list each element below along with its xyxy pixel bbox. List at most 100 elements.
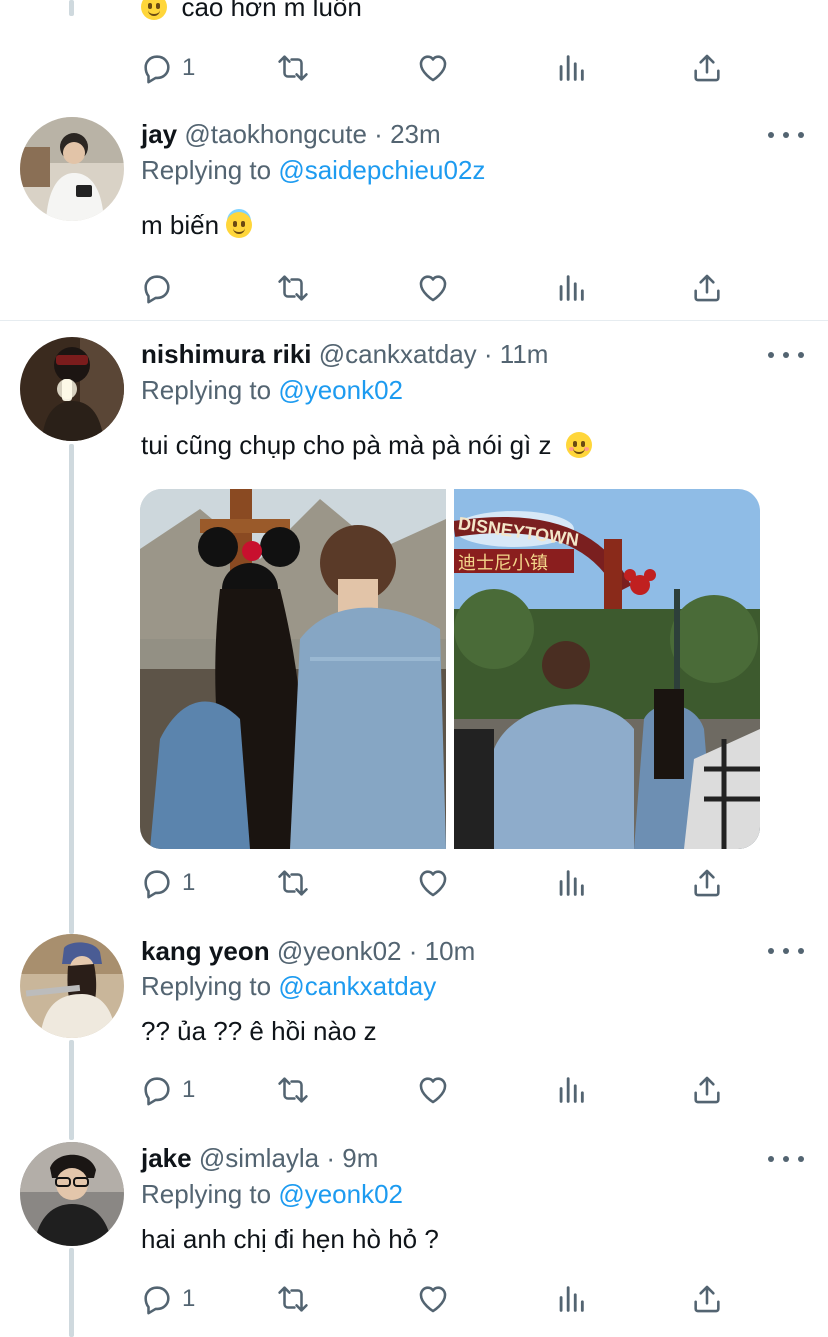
views-button[interactable]	[554, 268, 588, 308]
reply-count: 1	[182, 1076, 196, 1103]
user-handle[interactable]: @yeonk02	[277, 936, 402, 966]
retweet-button[interactable]	[276, 863, 310, 903]
thread-line	[69, 0, 74, 16]
tweet-actions: 1	[138, 863, 738, 903]
timestamp[interactable]: 11m	[500, 339, 549, 369]
thread-line	[69, 1040, 74, 1140]
display-name[interactable]: jay	[141, 119, 177, 149]
display-name[interactable]: kang yeon	[141, 936, 270, 966]
thread-line	[69, 444, 74, 934]
views-icon	[559, 55, 584, 81]
display-name[interactable]: jake	[141, 1143, 192, 1173]
share-icon	[694, 1285, 720, 1313]
more-icon[interactable]	[768, 941, 804, 961]
tweet-photo[interactable]: DISNEYTOWN 迪士尼小镇	[454, 489, 760, 849]
share-button[interactable]	[690, 268, 724, 308]
dot-separator: ·	[408, 936, 418, 966]
retweet-icon	[278, 275, 308, 301]
smiling-halo-emoji-icon	[226, 212, 253, 238]
disneytown-photo: DISNEYTOWN 迪士尼小镇	[454, 489, 760, 849]
dot-separator: ·	[483, 339, 493, 369]
replying-to-handle[interactable]: @saidepchieu02z	[278, 155, 485, 185]
more-icon[interactable]	[768, 1149, 804, 1169]
sign-chinese-text: 迪士尼小镇	[458, 553, 548, 574]
like-button[interactable]	[416, 268, 450, 308]
tweet-header: jake @simlayla · 9m	[141, 1142, 378, 1174]
avatar[interactable]	[20, 337, 124, 441]
user-handle[interactable]: @taokhongcute	[184, 119, 367, 149]
share-button[interactable]	[690, 1070, 724, 1110]
tweet-photo[interactable]	[140, 489, 446, 849]
like-button[interactable]	[416, 863, 450, 903]
like-button[interactable]	[416, 48, 450, 88]
couple-photo	[140, 489, 446, 849]
reply-button[interactable]: 1	[140, 1279, 195, 1319]
replying-to-handle[interactable]: @yeonk02	[278, 1179, 403, 1209]
like-icon	[419, 1286, 447, 1313]
share-button[interactable]	[690, 1279, 724, 1319]
divider	[0, 320, 828, 321]
timestamp[interactable]: 23m	[390, 119, 441, 149]
retweet-button[interactable]	[276, 48, 310, 88]
reply-count: 1	[182, 869, 196, 896]
avatar[interactable]	[20, 117, 124, 221]
user-handle[interactable]: @simlayla	[199, 1143, 319, 1173]
tweet-actions: 1	[138, 48, 738, 88]
tweet-header: kang yeon @yeonk02 · 10m	[141, 935, 475, 967]
reply-button[interactable]	[140, 268, 182, 308]
dot-separator: ·	[374, 119, 383, 149]
views-button[interactable]	[554, 1279, 588, 1319]
retweet-button[interactable]	[276, 1070, 310, 1110]
retweet-icon	[278, 55, 308, 81]
retweet-icon	[278, 870, 308, 896]
tweet-text: m biến	[141, 208, 253, 242]
replying-to-label: Replying to	[141, 375, 272, 405]
views-icon	[559, 275, 584, 301]
tweet-actions: 1	[138, 1279, 738, 1319]
reply-button[interactable]: 1	[140, 863, 195, 903]
retweet-button[interactable]	[276, 1279, 310, 1319]
tweet-text: tui cũng chụp cho pà mà pà nói gì z	[141, 428, 592, 462]
tweet-actions: 1	[138, 1070, 738, 1110]
replying-to-label: Replying to	[141, 155, 272, 185]
tweet-header: nishimura riki @cankxatday · 11m	[141, 338, 548, 370]
timestamp[interactable]: 9m	[342, 1143, 378, 1173]
avatar[interactable]	[20, 934, 124, 1038]
views-button[interactable]	[554, 863, 588, 903]
tweet-text: hai anh chị đi hẹn hò hỏ ?	[141, 1224, 439, 1254]
share-button[interactable]	[690, 863, 724, 903]
reply-count: 1	[182, 54, 196, 81]
reply-button[interactable]: 1	[140, 48, 195, 88]
views-icon	[559, 1077, 584, 1103]
timestamp[interactable]: 10m	[425, 936, 476, 966]
share-button[interactable]	[690, 48, 724, 88]
reply-button[interactable]: 1	[140, 1070, 195, 1110]
avatar-photo	[20, 1142, 124, 1246]
tweet-actions	[138, 268, 738, 308]
dot-separator: ·	[326, 1143, 336, 1173]
retweet-button[interactable]	[276, 268, 310, 308]
views-icon	[559, 1286, 584, 1312]
tweet-text: ?? ủa ?? ê hồi nào z	[141, 1016, 377, 1046]
views-button[interactable]	[554, 48, 588, 88]
avatar-photo	[20, 934, 124, 1038]
views-button[interactable]	[554, 1070, 588, 1110]
avatar-photo	[20, 117, 124, 221]
display-name[interactable]: nishimura riki	[141, 339, 312, 369]
thread-line	[69, 1248, 74, 1337]
avatar[interactable]	[20, 1142, 124, 1246]
tweet-text: cao hơn m luôn	[141, 0, 362, 24]
replying-to: Replying to @saidepchieu02z	[141, 154, 485, 186]
more-icon[interactable]	[768, 345, 804, 365]
retweet-icon	[278, 1077, 308, 1103]
tweet-header: jay @taokhongcute · 23m	[141, 118, 441, 150]
reply-icon	[144, 55, 170, 84]
replying-to-handle[interactable]: @cankxatday	[278, 971, 436, 1001]
like-button[interactable]	[416, 1070, 450, 1110]
replying-to-handle[interactable]: @yeonk02	[278, 375, 403, 405]
more-icon[interactable]	[768, 125, 804, 145]
user-handle[interactable]: @cankxatday	[319, 339, 477, 369]
replying-to: Replying to @cankxatday	[141, 970, 436, 1002]
like-button[interactable]	[416, 1279, 450, 1319]
share-icon	[694, 54, 720, 82]
